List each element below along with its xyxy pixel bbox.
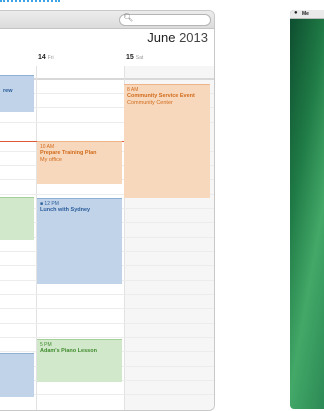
day-of-week: Sat <box>135 55 144 61</box>
hour-line <box>0 294 214 295</box>
event-left-top[interactable]: rew <box>0 75 34 112</box>
toolbar: 🔍︎ <box>0 11 214 29</box>
event-training-plan[interactable]: 10 AM Prepare Training Plan My office <box>37 141 122 184</box>
event-piano-lesson[interactable]: 5 PM Adam's Piano Lesson <box>37 339 122 382</box>
month-title: June 2013 <box>147 30 208 45</box>
apple-icon[interactable]: ● <box>294 10 298 16</box>
day-header-fri[interactable]: 14 Fri <box>38 54 54 61</box>
hour-line <box>0 308 214 309</box>
event-title: Adam's Piano Lesson <box>40 348 97 354</box>
day-number: 15 <box>126 54 134 61</box>
event-location: Community Center <box>127 100 173 106</box>
event-title: Community Service Event <box>127 93 195 99</box>
event-title: Prepare Training Plan <box>40 150 97 156</box>
event-title: Lunch with Sydney <box>40 207 91 213</box>
menu-bar: ● Me <box>290 10 324 19</box>
day-number: 14 <box>38 54 46 61</box>
search-field[interactable]: 🔍︎ <box>119 13 211 26</box>
dotted-accent <box>0 0 60 5</box>
menu-label[interactable]: Me <box>302 11 309 17</box>
hour-line <box>0 337 214 338</box>
day-of-week: Fri <box>47 55 54 61</box>
desktop-preview: ● Me <box>290 10 324 409</box>
event-title: rew <box>3 88 13 94</box>
search-icon: 🔍︎ <box>123 13 134 22</box>
event-location: My office <box>40 157 62 163</box>
month-name: June <box>147 30 176 45</box>
day-header-sat[interactable]: 15 Sat <box>126 54 143 61</box>
event-lunch[interactable]: ■ 12 PM Lunch with Sydney <box>37 198 122 284</box>
event-community-service[interactable]: 8 AM Community Service Event Community C… <box>124 84 210 198</box>
year: 2013 <box>179 30 208 45</box>
calendar-window: 🔍︎ June 2013 14 Fri 15 Sat rew 8 AM Commun… <box>0 10 215 411</box>
hour-line <box>0 323 214 324</box>
event-left-green[interactable] <box>0 197 34 240</box>
event-left-bottom[interactable] <box>0 353 34 397</box>
